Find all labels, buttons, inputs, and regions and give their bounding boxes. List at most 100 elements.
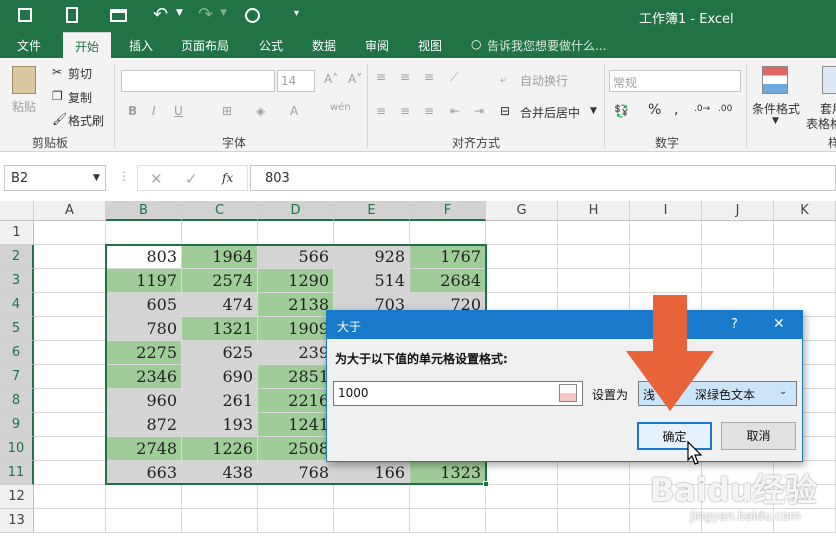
- cell[interactable]: 2684: [410, 269, 486, 293]
- copy-button[interactable]: 复制: [68, 89, 92, 106]
- cell[interactable]: [34, 509, 106, 533]
- cell[interactable]: 2574: [182, 269, 258, 293]
- cell[interactable]: [486, 245, 558, 269]
- merge-center-icon[interactable]: ⊟: [500, 104, 510, 118]
- phonetic-button[interactable]: wén: [330, 102, 351, 113]
- cell[interactable]: [486, 221, 558, 245]
- range-select-icon[interactable]: [559, 384, 577, 402]
- cell[interactable]: 438: [182, 461, 258, 485]
- outdent-icon[interactable]: ⇥: [474, 104, 484, 118]
- scissors-icon[interactable]: ✂: [52, 65, 62, 79]
- circle-icon[interactable]: [245, 8, 260, 23]
- cell[interactable]: [334, 509, 410, 533]
- column-header-h[interactable]: H: [558, 201, 630, 221]
- cell[interactable]: [630, 269, 702, 293]
- cell[interactable]: [182, 485, 258, 509]
- cell[interactable]: [334, 485, 410, 509]
- cell[interactable]: [106, 221, 182, 245]
- customize-toolbar-icon[interactable]: ▾: [294, 8, 299, 19]
- save-icon[interactable]: [18, 8, 32, 22]
- cell[interactable]: [182, 509, 258, 533]
- merge-center-button[interactable]: 合并后居中: [520, 104, 580, 121]
- undo-icon[interactable]: ↶: [153, 4, 168, 25]
- cell[interactable]: 2138: [258, 293, 334, 317]
- align-middle-icon[interactable]: ≡: [400, 70, 410, 84]
- conditional-dropdown-icon[interactable]: ▼: [772, 116, 779, 126]
- cell[interactable]: [486, 269, 558, 293]
- indent-icon[interactable]: ⇤: [450, 104, 460, 118]
- cell[interactable]: 768: [258, 461, 334, 485]
- cell[interactable]: [106, 485, 182, 509]
- row-header-10[interactable]: 10: [0, 437, 34, 461]
- cell[interactable]: [258, 509, 334, 533]
- comma-button[interactable]: ,: [674, 102, 678, 118]
- grow-font-icon[interactable]: A˄: [324, 72, 338, 86]
- column-header-f[interactable]: F: [410, 201, 486, 221]
- row-header-12[interactable]: 12: [0, 485, 34, 509]
- font-size-select[interactable]: 14: [277, 70, 315, 92]
- formula-input[interactable]: 803: [250, 165, 836, 191]
- cell[interactable]: 663: [106, 461, 182, 485]
- cell[interactable]: [34, 221, 106, 245]
- cell[interactable]: 474: [182, 293, 258, 317]
- cell[interactable]: 1197: [106, 269, 182, 293]
- tab-page-layout[interactable]: 页面布局: [181, 37, 229, 54]
- row-header-3[interactable]: 3: [0, 269, 34, 293]
- tab-review[interactable]: 审阅: [365, 37, 389, 54]
- cell[interactable]: 780: [106, 317, 182, 341]
- help-button[interactable]: ?: [731, 317, 738, 332]
- cell[interactable]: [34, 389, 106, 413]
- align-right-icon[interactable]: ≡: [424, 104, 434, 118]
- cell[interactable]: 625: [182, 341, 258, 365]
- number-format-select[interactable]: 常规: [609, 70, 741, 92]
- column-header-i[interactable]: I: [630, 201, 702, 221]
- percent-button[interactable]: %: [648, 102, 661, 118]
- tab-insert[interactable]: 插入: [129, 37, 153, 54]
- cell[interactable]: [410, 221, 486, 245]
- cell[interactable]: 1321: [182, 317, 258, 341]
- row-header-2[interactable]: 2: [0, 245, 34, 269]
- cell[interactable]: [486, 485, 558, 509]
- column-header-j[interactable]: J: [702, 201, 774, 221]
- align-bottom-icon[interactable]: ≡: [424, 70, 434, 84]
- cell[interactable]: 166: [334, 461, 410, 485]
- cell[interactable]: 960: [106, 389, 182, 413]
- cell[interactable]: 261: [182, 389, 258, 413]
- row-header-9[interactable]: 9: [0, 413, 34, 437]
- wrap-text-icon[interactable]: ⤶: [500, 72, 507, 87]
- tab-file[interactable]: 文件: [17, 37, 41, 54]
- cell[interactable]: [34, 485, 106, 509]
- cell[interactable]: [774, 269, 836, 293]
- cell[interactable]: 2851: [258, 365, 334, 389]
- cell[interactable]: 2216: [258, 389, 334, 413]
- cell[interactable]: [34, 413, 106, 437]
- column-header-e[interactable]: E: [334, 201, 410, 221]
- cell[interactable]: [410, 485, 486, 509]
- cell[interactable]: 928: [334, 245, 410, 269]
- increase-decimal-icon[interactable]: .0→: [694, 104, 710, 114]
- cell[interactable]: [258, 221, 334, 245]
- copy-icon[interactable]: ❐: [52, 89, 63, 103]
- cell[interactable]: 1323: [410, 461, 486, 485]
- cell[interactable]: [558, 221, 630, 245]
- cell[interactable]: 605: [106, 293, 182, 317]
- orientation-icon[interactable]: ⟋: [450, 70, 458, 85]
- cell[interactable]: [106, 509, 182, 533]
- cell[interactable]: 1909: [258, 317, 334, 341]
- cell[interactable]: [34, 341, 106, 365]
- cell[interactable]: [34, 269, 106, 293]
- cell[interactable]: 803: [106, 245, 182, 269]
- cell[interactable]: [34, 365, 106, 389]
- cell[interactable]: [702, 269, 774, 293]
- column-header-a[interactable]: A: [34, 201, 106, 221]
- fill-color-icon[interactable]: ◈: [256, 104, 265, 118]
- italic-button[interactable]: I: [152, 104, 156, 118]
- select-all-corner[interactable]: [0, 201, 34, 221]
- cell[interactable]: [702, 221, 774, 245]
- threshold-input[interactable]: 1000: [333, 381, 583, 406]
- cell[interactable]: 239: [258, 341, 334, 365]
- name-box[interactable]: B2 ▼: [4, 165, 106, 191]
- cancel-button[interactable]: 取消: [721, 422, 796, 450]
- cell[interactable]: [774, 221, 836, 245]
- cell[interactable]: [558, 461, 630, 485]
